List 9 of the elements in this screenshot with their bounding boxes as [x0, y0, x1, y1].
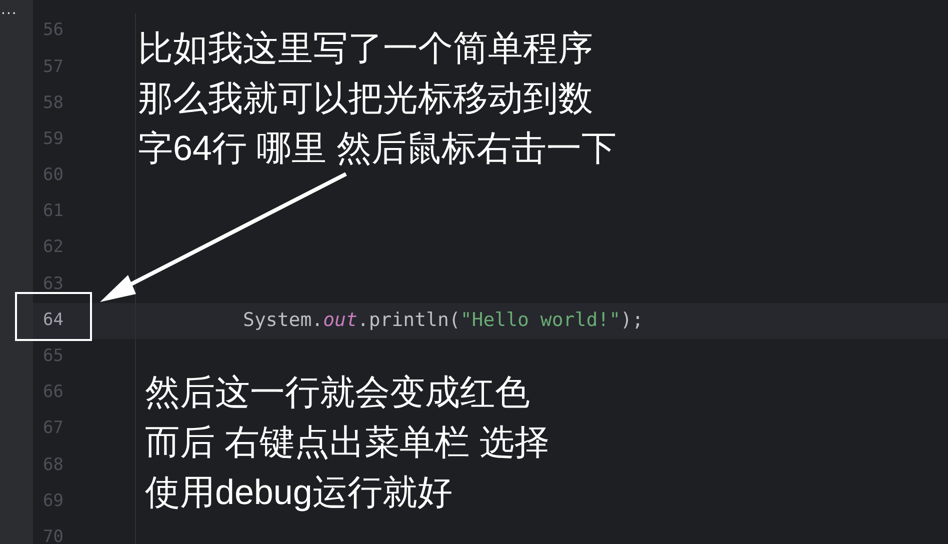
line-number: 64	[42, 308, 64, 332]
annotation-text: 字64行 哪里 然后鼠标右击一下	[138, 128, 616, 170]
annotation-text: 比如我这里写了一个简单程序	[138, 28, 594, 70]
annotation-text: 使用debug运行就好	[145, 472, 454, 514]
annotation-text: 而后 右键点出菜单栏 选择	[145, 422, 550, 464]
annotation-text: 那么我就可以把光标移动到数	[138, 78, 594, 120]
more-label[interactable]: ...	[0, 2, 18, 18]
code-line: System.out.println("Hello world!");	[243, 308, 644, 334]
annotation-text: 然后这一行就会变成红色	[145, 372, 531, 414]
